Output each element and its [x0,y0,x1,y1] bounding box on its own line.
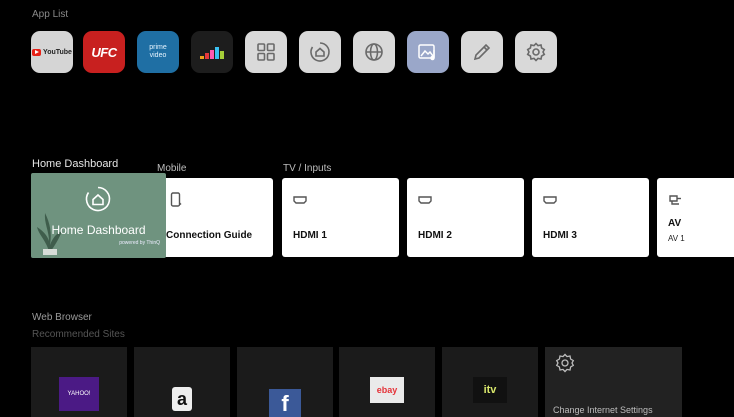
pencil-icon [473,43,491,61]
facebook-logo: f [269,389,301,417]
gear-icon [526,42,546,62]
gear-icon [555,353,575,373]
yahoo-logo: YAHOO! [59,377,99,411]
input-card-hdmi2[interactable]: HDMI 2 [407,178,524,257]
av-cable-icon [668,192,682,210]
thinq-powered-by: powered by ThinQ [119,240,160,246]
app-gallery[interactable] [407,31,449,73]
input-title: HDMI 1 [293,230,327,241]
app-ufc[interactable]: UFC [83,31,125,73]
phone-icon [170,192,182,213]
globe-icon [365,43,383,61]
app-web-browser[interactable] [353,31,395,73]
ebay-logo: ebay [370,377,404,403]
input-title: HDMI 3 [543,230,577,241]
connection-guide-card[interactable]: Connection Guide [160,178,273,257]
app-home-dashboard[interactable] [299,31,341,73]
deezer-equalizer-icon [200,47,224,59]
ufc-logo: UFC [91,44,117,60]
app-prime-video[interactable]: prime video [137,31,179,73]
app-apps-grid[interactable] [245,31,287,73]
hdmi-icon [418,192,432,210]
site-itv[interactable]: itv [442,347,538,417]
connection-guide-title: Connection Guide [166,230,253,241]
home-dashboard-title: Home Dashboard [51,223,146,237]
hdmi-icon [543,192,557,210]
site-yahoo[interactable]: YAHOO! [31,347,127,417]
itv-logo: itv [473,377,507,403]
input-title: AV [668,218,682,229]
change-internet-settings-label: Change Internet Settings [553,405,653,415]
prime-video-logo: prime video [149,44,167,59]
app-list-label: App List [32,9,69,20]
app-edit[interactable] [461,31,503,73]
app-youtube[interactable]: YouTube [31,31,73,73]
home-dashboard-card[interactable]: Home Dashboard powered by ThinQ [31,173,166,258]
input-card-hdmi1[interactable]: HDMI 1 [282,178,399,257]
recommended-sites-label: Recommended Sites [32,329,125,340]
amazon-logo: a [172,387,192,411]
web-browser-section-label: Web Browser [32,312,92,323]
input-title: HDMI 2 [418,230,452,241]
input-subtitle: AV 1 [668,234,685,243]
youtube-play-icon [32,48,42,56]
photo-music-icon [418,44,435,61]
input-card-av[interactable]: AV AV 1 [657,178,734,257]
tv-inputs-section-label: TV / Inputs [283,163,332,174]
site-facebook[interactable]: f [237,347,333,417]
youtube-logo: YouTube [32,48,72,56]
site-amazon[interactable]: a [134,347,230,417]
app-settings[interactable] [515,31,557,73]
app-deezer[interactable] [191,31,233,73]
home-dashboard-card-icon [85,186,111,212]
site-ebay[interactable]: ebay [339,347,435,417]
change-internet-settings[interactable]: Change Internet Settings [545,347,682,417]
home-dashboard-icon [310,42,330,62]
hdmi-icon [293,192,307,210]
home-dashboard-section-label: Home Dashboard [32,158,119,170]
input-card-hdmi3[interactable]: HDMI 3 [532,178,649,257]
grid-icon [257,43,275,61]
